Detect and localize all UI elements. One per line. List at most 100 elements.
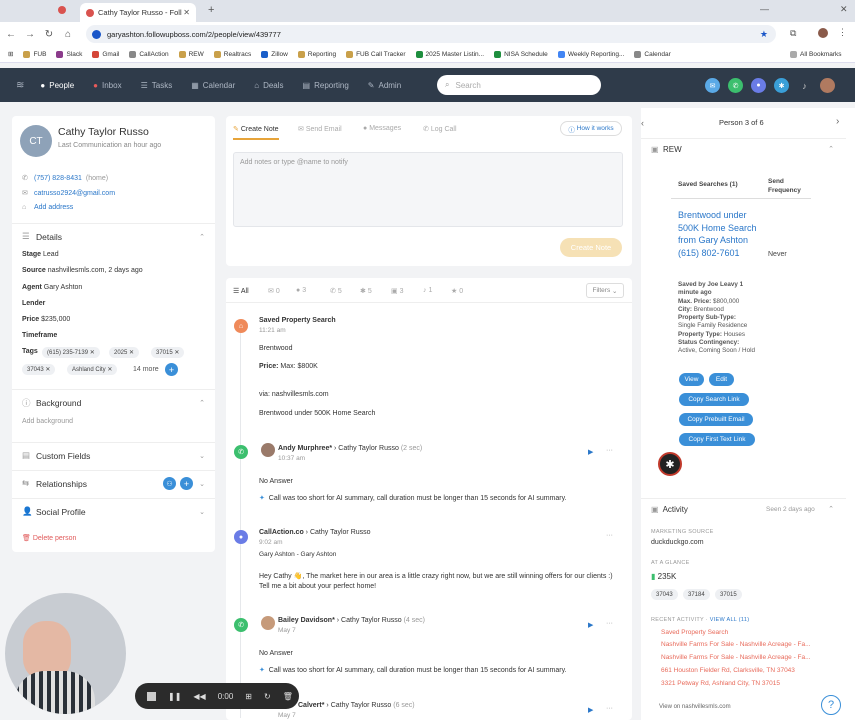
add-background-link[interactable]: Add background [22,418,73,425]
copy-first-text-link-button[interactable]: Copy First Text Link [679,433,755,446]
note-textarea[interactable]: Add notes or type @name to notify [233,152,623,227]
pause-icon[interactable]: ❚❚ [168,692,181,701]
timeline-tab-email[interactable]: ✉ 0 [268,287,280,295]
source-field[interactable]: Source nashvillesmls.com, 2 days ago [22,267,143,274]
nav-admin[interactable]: ✎ Admin [368,81,401,90]
prev-person-icon[interactable]: ‹ [641,118,644,128]
add-tag-icon[interactable]: + [165,363,178,376]
profile-avatar[interactable] [818,28,828,38]
email-icon[interactable]: ✉ [705,78,720,93]
window-close-icon[interactable]: ✕ [840,4,848,15]
recent-activity-item[interactable]: Nashville Farms For Sale - Nashville Acr… [661,641,811,648]
stop-icon[interactable] [147,691,156,701]
view-all-link[interactable]: VIEW ALL (11) [710,617,750,623]
bookmark-item[interactable]: Realtracs [213,50,251,58]
phone-link[interactable]: (757) 828-8431 [34,175,82,182]
chevron-up-icon[interactable]: ⌃ [828,505,834,513]
tab-log-call[interactable]: ✆ Log Call [423,125,457,133]
reload-icon[interactable]: ↻ [41,29,57,40]
stage-field[interactable]: Stage Lead [22,251,59,258]
chat-icon[interactable]: ● [751,78,766,93]
copy-prebuilt-email-button[interactable]: Copy Prebuilt Email [679,413,753,426]
link-person-icon[interactable]: ⚇ [163,477,176,490]
browser-tab-active[interactable]: Cathy Taylor Russo - Foll ✕ [80,3,196,22]
edit-button[interactable]: Edit [709,373,734,386]
next-person-icon[interactable]: › [836,116,839,127]
forward-icon[interactable]: → [22,29,38,40]
email-link[interactable]: catrusso2924@gmail.com [34,190,115,197]
more-options-icon[interactable]: ··· [606,532,613,539]
how-it-works-button[interactable]: ⓘ How it works [560,121,622,136]
activity-header[interactable]: ▣ Activity [651,505,688,514]
fub-logo-icon[interactable]: ≋ [16,80,24,91]
bookmark-item[interactable]: NISA Schedule [494,50,548,58]
grid-icon[interactable]: ⊞ [245,692,252,701]
bookmark-star-icon[interactable]: ★ [760,29,768,40]
nav-deals[interactable]: ⌂ Deals [254,81,283,90]
timeline-tab-actions[interactable]: ✱ 5 [360,287,372,295]
social-profile-section-header[interactable]: 👤 Social Profile ⌄ [12,498,215,524]
bookmark-item[interactable]: Calendar [634,50,671,58]
custom-fields-section-header[interactable]: ▤ Custom Fields ⌄ [12,442,215,468]
timeline-tab-messages[interactable]: ● 3 [296,287,306,294]
accessibility-icon[interactable]: ✱ [658,452,682,476]
nav-tasks[interactable]: ☰ Tasks [141,81,173,90]
rewind-icon[interactable]: ◀◀ [193,692,205,701]
play-recording-icon[interactable]: ▶ [588,621,593,629]
saved-search-link[interactable]: Brentwood under 500K Home Search from Ga… [678,209,758,259]
all-bookmarks[interactable]: All Bookmarks [790,50,842,58]
extensions-icon[interactable]: ⧉ [790,28,796,39]
phone-icon[interactable]: ✆ [728,78,743,93]
agents-link[interactable]: Gary Ashton - Gary Ashton [259,551,336,558]
bookmark-item[interactable]: FUB Call Tracker [346,50,406,58]
timeline-tab-all[interactable]: ☰ All [233,287,249,295]
recent-activity-item[interactable]: Saved Property Search [661,629,728,636]
relationships-section-header[interactable]: ⇆ Relationships ⌄ ⚇ + [12,470,215,496]
new-tab-icon[interactable]: + [208,4,214,16]
view-on-link[interactable]: View on nashvillesmls.com [659,704,731,710]
timeline-tab-notes[interactable]: ▣ 3 [391,287,403,295]
timeline-tab-favorites[interactable]: ★ 0 [451,287,463,295]
more-options-icon[interactable]: ··· [606,620,613,627]
tag-chip[interactable]: Ashland City ✕ [67,364,118,375]
timeframe-field[interactable]: Timeframe [22,332,57,339]
delete-person-link[interactable]: 🗑 Delete person [22,534,76,542]
restart-icon[interactable]: ↻ [264,692,271,701]
timeline-tab-alerts[interactable]: ♪ 1 [423,287,432,294]
close-tab-icon[interactable]: ✕ [183,8,190,17]
rew-header[interactable]: ▣ REW [651,145,682,154]
nav-calendar[interactable]: ▦ Calendar [191,81,235,90]
bookmark-item[interactable]: 2025 Master Listin... [415,50,484,58]
timeline-tab-calls[interactable]: ✆ 5 [330,287,342,295]
chevron-up-icon[interactable]: ⌃ [828,145,834,153]
nav-people[interactable]: ● People [40,81,74,90]
site-info-icon[interactable] [92,29,101,39]
bookmark-item[interactable]: Reporting [297,50,336,58]
tag-chip[interactable]: 37043 ✕ [22,364,56,375]
bookmark-item[interactable]: REW [178,50,204,58]
price-field[interactable]: Price $235,000 [22,316,70,323]
more-options-icon[interactable]: ··· [606,447,613,454]
recent-activity-item[interactable]: 661 Houston Fielder Rd, Clarksville, TN … [661,667,795,674]
nav-reporting[interactable]: ▤ Reporting [303,81,349,90]
agent-field[interactable]: Agent Gary Ashton [22,284,82,291]
recent-activity-item[interactable]: Nashville Farms For Sale - Nashville Acr… [661,654,811,661]
nav-inbox[interactable]: ● Inbox [93,81,121,90]
add-relationship-icon[interactable]: + [180,477,193,490]
bookmark-item[interactable]: Slack [56,50,82,58]
minimize-icon[interactable]: — [760,4,769,14]
trash-icon[interactable]: 🗑 [283,692,293,701]
create-note-button[interactable]: Create Note [560,238,622,257]
copy-search-link-button[interactable]: Copy Search Link [679,393,749,406]
back-icon[interactable]: ← [3,29,19,40]
play-recording-icon[interactable]: ▶ [588,448,593,456]
tag-chip[interactable]: (615) 235-7139 ✕ [42,347,100,358]
bell-icon[interactable]: ♪ [797,78,812,93]
more-options-icon[interactable]: ··· [606,705,613,712]
user-avatar[interactable] [820,78,835,93]
tab-send-email[interactable]: ✉ Send Email [298,125,342,133]
bookmark-item[interactable]: Zillow [261,50,288,58]
background-section-header[interactable]: ⓘ Background ⌃ [12,389,215,415]
global-search-input[interactable]: ⌕ Search [437,75,601,95]
tab-messages[interactable]: ● Messages [363,125,401,132]
